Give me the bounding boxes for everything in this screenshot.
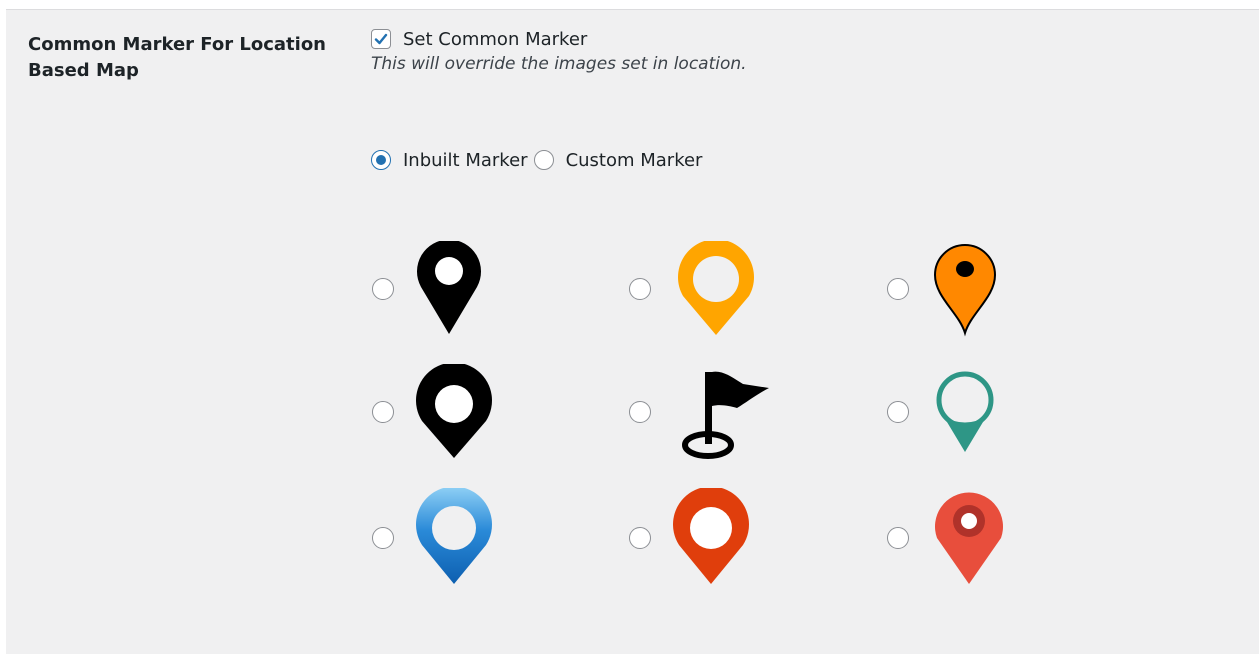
field-description: This will override the images set in loc… [371,54,747,74]
marker-option-5[interactable] [629,364,771,460]
marker-option-9[interactable] [887,488,1009,588]
black-pin-icon [417,241,481,334]
settings-panel: Common Marker For Location Based Map Set… [6,9,1259,654]
marker-radio-8[interactable] [629,527,651,549]
marker-option-7[interactable] [372,488,494,588]
marker-option-3[interactable] [887,241,1001,337]
yellow-pin-icon [678,241,754,335]
red-pin-icon [935,492,1003,584]
black-round-pin-icon [416,364,492,458]
marker-radio-9[interactable] [887,527,909,549]
marker-type-group: Inbuilt Marker Custom Marker [371,148,702,172]
marker-option-1[interactable] [372,241,484,337]
red-orange-pin-icon [673,488,749,584]
marker-option-8[interactable] [629,488,751,588]
custom-marker-radio[interactable] [533,150,554,170]
marker-option-2[interactable] [629,241,761,337]
set-common-marker-checkbox[interactable] [371,29,391,49]
marker-option-6[interactable] [887,364,1001,460]
blue-pin-icon [416,488,492,584]
checkmark-icon [374,33,388,45]
flag-icon [682,371,769,459]
marker-radio-2[interactable] [629,278,651,300]
marker-radio-6[interactable] [887,401,909,423]
marker-radio-5[interactable] [629,401,651,423]
orange-pin-icon [933,244,997,337]
teal-pin-icon [936,371,994,452]
set-common-marker-label: Set Common Marker [403,28,588,50]
field-label: Common Marker For Location Based Map [28,34,326,81]
inbuilt-marker-label: Inbuilt Marker [403,149,528,171]
inbuilt-marker-radio[interactable] [371,150,391,170]
marker-radio-4[interactable] [372,401,394,423]
marker-radio-3[interactable] [887,278,909,300]
marker-radio-7[interactable] [372,527,394,549]
set-common-marker-row[interactable]: Set Common Marker [371,28,587,50]
custom-marker-label: Custom Marker [565,149,703,171]
marker-option-4[interactable] [372,364,494,460]
marker-radio-1[interactable] [372,278,394,300]
